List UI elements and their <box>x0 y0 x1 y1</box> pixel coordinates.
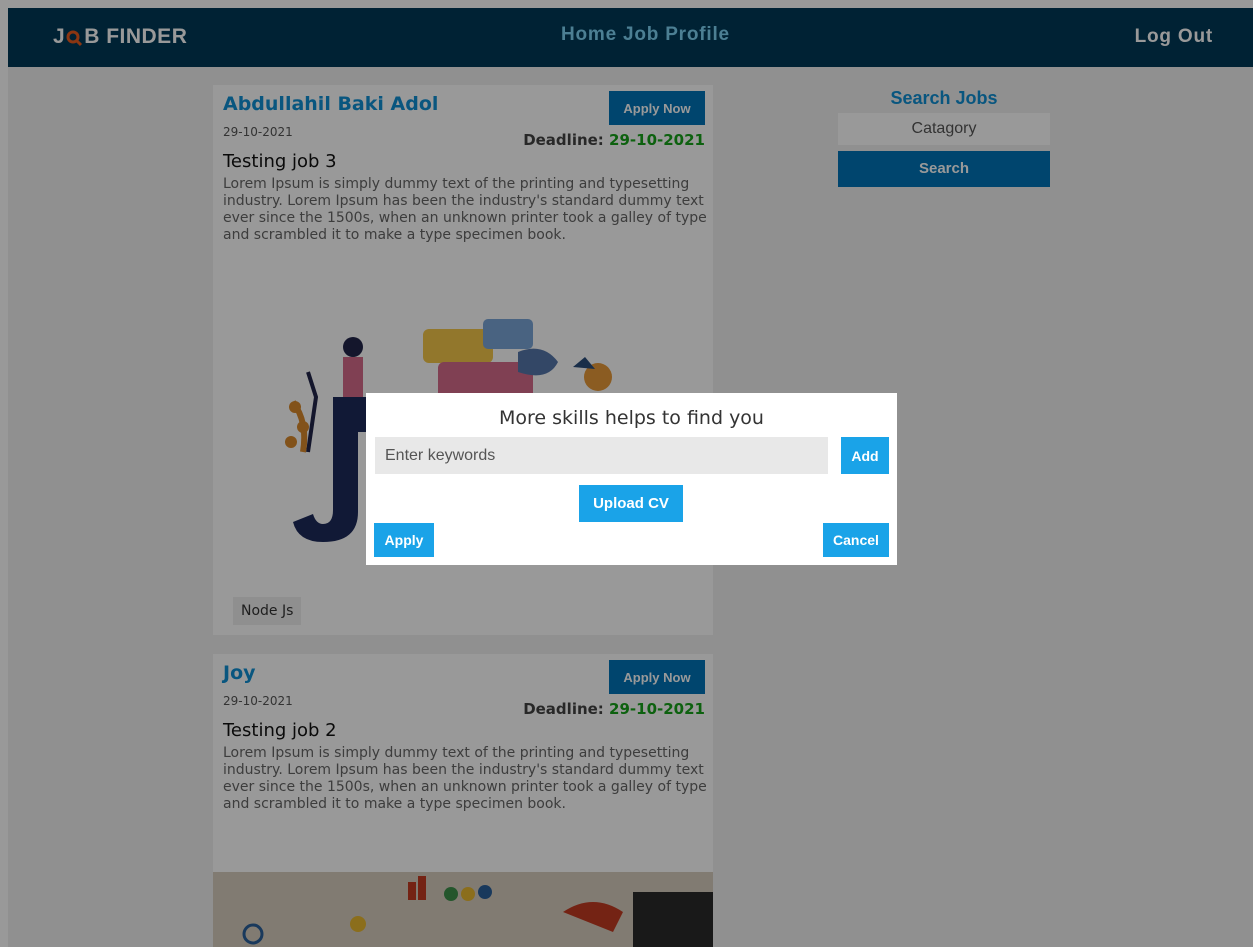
keywords-input[interactable] <box>375 437 828 474</box>
modal-title: More skills helps to find you <box>499 407 764 429</box>
upload-cv-button[interactable]: Upload CV <box>579 485 683 522</box>
apply-button[interactable]: Apply <box>374 523 434 557</box>
add-keyword-button[interactable]: Add <box>841 437 889 474</box>
skills-modal: More skills helps to find you Add Upload… <box>366 393 897 565</box>
cancel-button[interactable]: Cancel <box>823 523 889 557</box>
